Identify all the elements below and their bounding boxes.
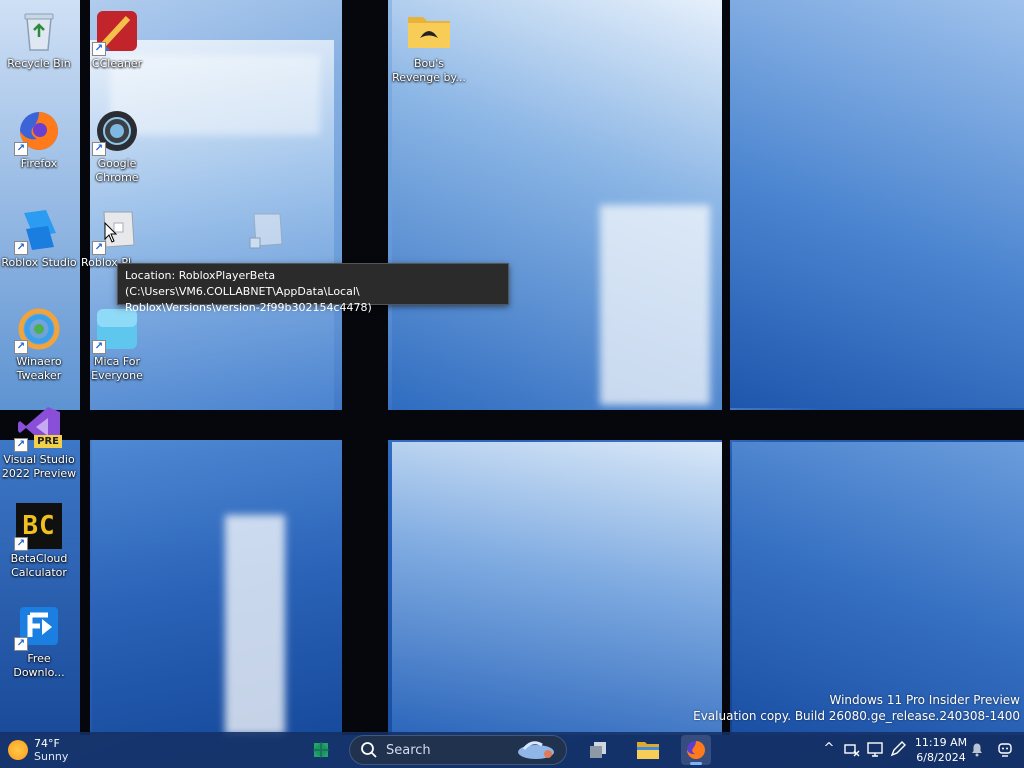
system-clock[interactable]: 11:19 AM 6/8/2024 [907, 735, 975, 765]
desktop-icon-label: Recycle Bin [7, 57, 71, 70]
firefox-icon [687, 741, 705, 759]
notification-bell-icon[interactable] [968, 740, 986, 758]
shortcut-arrow-icon: ↗ [14, 438, 28, 452]
desktop-icon-betacloud-calculator[interactable]: BC ↗ BetaCloud Calculator [1, 503, 77, 580]
weather-widget[interactable]: 74°F Sunny [8, 734, 68, 766]
ccleaner-icon: ↗ [92, 8, 140, 56]
free-download-manager-icon: ↗ [14, 603, 62, 651]
chrome-icon: ↗ [92, 108, 140, 156]
show-hidden-icons-chevron[interactable]: ^ [820, 740, 838, 758]
window-frame-bar [342, 0, 388, 735]
desktop-icon-label: Mica For Everyone [91, 355, 143, 382]
tooltip-line: Location: RobloxPlayerBeta (C:\Users\VM6… [125, 269, 360, 298]
preview-badge: PRE [34, 435, 62, 448]
shortcut-arrow-icon: ↗ [14, 241, 28, 255]
widgets-icon [313, 742, 329, 758]
sunny-icon [8, 740, 28, 760]
desktop-icon-label: Visual Studio 2022 Preview [1, 453, 77, 480]
desktop-icon-firefox[interactable]: ↗ Firefox [1, 108, 77, 171]
search-highlight-icon [518, 741, 554, 759]
shortcut-arrow-icon: ↗ [92, 42, 106, 56]
task-view-icon [590, 742, 606, 758]
desktop-icon-visual-studio-2022-preview[interactable]: PRE ↗ Visual Studio 2022 Preview [1, 404, 77, 481]
display-icon[interactable] [866, 740, 884, 758]
desktop-icon-google-chrome[interactable]: ↗ Google Chrome [79, 108, 155, 185]
desktop-icon-roblox-studio[interactable]: ↗ Roblox Studio [1, 207, 77, 270]
shortcut-arrow-icon: ↗ [14, 142, 28, 156]
wallpaper-pane [92, 440, 342, 735]
desktop-icon-label: Firefox [20, 157, 58, 170]
roblox-studio-icon: ↗ [14, 207, 62, 255]
shortcut-arrow-icon: ↗ [14, 637, 28, 651]
pen-icon[interactable] [889, 740, 907, 758]
desktop-icon-label: Free Downlo... [13, 652, 65, 679]
shortcut-arrow-icon: ↗ [92, 142, 106, 156]
desktop-icon-free-download[interactable]: ↗ Free Downlo... [1, 603, 77, 680]
network-disconnected-icon[interactable] [843, 740, 861, 758]
wallpaper-pane [730, 0, 1024, 408]
tooltip-line: Roblox\Versions\version-2f99b302154c4478… [125, 301, 372, 314]
search-icon [361, 742, 377, 758]
shortcut-arrow-icon: ↗ [14, 537, 28, 551]
file-explorer-button[interactable] [633, 735, 663, 765]
weather-temperature: 74°F [34, 737, 60, 750]
taskbar-search-box[interactable]: Search [349, 735, 567, 765]
widgets-button[interactable] [306, 735, 336, 765]
desktop-icon-mica-for-everyone[interactable]: ↗ Mica For Everyone [79, 306, 155, 383]
wallpaper-glow [225, 515, 285, 735]
drag-ghost-icon [248, 210, 288, 250]
wallpaper-glow [600, 205, 710, 405]
copilot-icon[interactable] [996, 740, 1014, 758]
wallpaper-pane [392, 442, 722, 735]
desktop-icon-label: Roblox Studio [1, 256, 77, 269]
winaero-tweaker-icon: ↗ [14, 306, 62, 354]
evaluation-watermark: Windows 11 Pro Insider Preview Evaluatio… [693, 692, 1020, 724]
window-frame-bar [0, 410, 1024, 440]
clock-time: 11:19 AM [914, 736, 968, 749]
desktop-icon-label: CCleaner [91, 57, 143, 70]
desktop-icon-ccleaner[interactable]: ↗ CCleaner [79, 8, 155, 71]
betacloud-calculator-icon: BC ↗ [14, 503, 62, 551]
desktop-icon-label: Bou's Revenge by... [392, 57, 466, 84]
weather-condition: Sunny [34, 750, 69, 763]
clock-date: 6/8/2024 [916, 751, 966, 764]
desktop-icon-label: BetaCloud Calculator [10, 552, 68, 579]
task-view-button[interactable] [583, 735, 613, 765]
desktop-icon-label: Winaero Tweaker [16, 355, 62, 382]
desktop-icon-winaero-tweaker[interactable]: ↗ Winaero Tweaker [1, 306, 77, 383]
recycle-bin-icon [16, 8, 62, 54]
desktop-icon-label: Google Chrome [95, 157, 139, 184]
firefox-icon: ↗ [14, 108, 62, 156]
taskbar: 74°F Sunny Search ^ 11:19 AM 6/8/2024 [0, 732, 1024, 768]
window-frame-bar [722, 0, 730, 735]
firefox-taskbar-button[interactable] [681, 735, 711, 765]
active-indicator [690, 762, 702, 765]
search-placeholder: Search [386, 742, 431, 758]
file-explorer-icon [637, 742, 659, 759]
mouse-cursor-icon [104, 221, 118, 248]
visual-studio-icon: PRE ↗ [14, 404, 62, 452]
shortcut-arrow-icon: ↗ [92, 340, 106, 354]
desktop-icon-bous-revenge[interactable]: Bou's Revenge by... [391, 8, 467, 85]
watermark-line: Evaluation copy. Build 26080.ge_release.… [693, 709, 1020, 723]
desktop-icon-recycle-bin[interactable]: Recycle Bin [1, 8, 77, 71]
watermark-line: Windows 11 Pro Insider Preview [829, 693, 1020, 707]
shortcut-arrow-icon: ↗ [14, 340, 28, 354]
folder-icon [406, 8, 452, 54]
wallpaper-pane [0, 440, 80, 735]
location-tooltip: Location: RobloxPlayerBeta (C:\Users\VM6… [117, 263, 509, 314]
